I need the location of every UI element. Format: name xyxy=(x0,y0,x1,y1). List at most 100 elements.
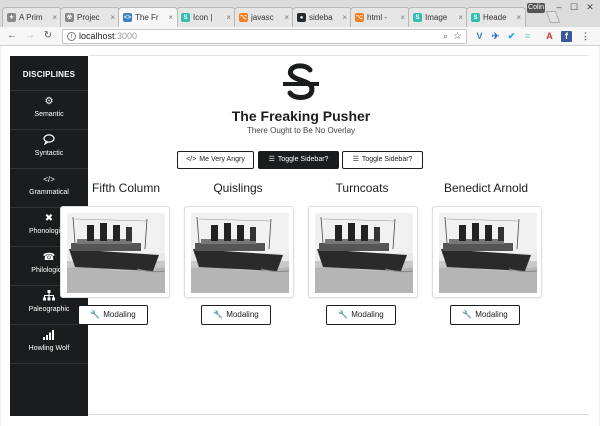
card-title: Turncoats xyxy=(335,181,389,195)
facebook-icon[interactable]: f xyxy=(561,31,572,42)
tab-favicon-icon: ● xyxy=(297,13,306,22)
forward-icon[interactable]: → xyxy=(24,30,36,42)
divider xyxy=(89,414,589,415)
vue-devtools-icon[interactable]: V xyxy=(474,31,485,42)
card-title: Quislings xyxy=(213,181,263,195)
new-tab-button[interactable] xyxy=(545,11,561,23)
wrench-icon: 🔧 xyxy=(338,310,349,319)
sidebar-item-label: Paleographic xyxy=(28,306,70,313)
card-image xyxy=(184,206,294,298)
tab-title: Image xyxy=(425,13,448,22)
code-icon: </> xyxy=(186,156,197,163)
profile-badge[interactable]: Colin xyxy=(527,3,545,13)
maximize-icon[interactable]: ☐ xyxy=(568,2,580,12)
minimize-icon[interactable]: – xyxy=(553,2,565,12)
site-logo xyxy=(283,63,319,100)
browser-tab-active[interactable]: <> The Fr × xyxy=(118,7,178,27)
sidebar-item-syntactic[interactable]: Syntactic xyxy=(10,130,88,169)
card-image xyxy=(308,206,418,298)
divider xyxy=(89,55,589,56)
extension-icon[interactable]: ✈ xyxy=(490,31,501,42)
card-title: Fifth Column xyxy=(91,181,161,195)
button-label: Me Very Angry xyxy=(199,156,245,163)
sidebar-item-howling-wolf[interactable]: Howling Wolf xyxy=(10,325,88,364)
button-label: Modaling xyxy=(103,310,136,319)
tab-favicon-icon: ⌥ xyxy=(355,13,364,22)
page-subtitle: There Ought to Be No Overlay xyxy=(246,126,356,135)
window-close-icon[interactable]: ✕ xyxy=(584,2,596,12)
button-label: Toggle Sidebar? xyxy=(361,156,413,163)
wrench-icon: 🔧 xyxy=(213,310,224,319)
ship-photo xyxy=(191,213,289,293)
bookmark-star-icon[interactable]: ☆ xyxy=(453,30,462,43)
modaling-button[interactable]: 🔧 Modaling xyxy=(450,305,520,325)
sidebar-item-label: Syntactic xyxy=(34,150,64,157)
browser-tab[interactable]: ⌥ javasc × xyxy=(234,7,294,27)
ship-photo xyxy=(439,213,537,293)
address-port: :3000 xyxy=(114,31,138,41)
browser-tab[interactable]: ● sideba × xyxy=(292,7,352,27)
me-very-angry-button[interactable]: </> Me Very Angry xyxy=(177,151,254,169)
tab-title: A Prim xyxy=(19,13,43,22)
wrench-icon: 🔧 xyxy=(90,310,101,319)
card-title: Benedict Arnold xyxy=(443,181,529,195)
browser-tab[interactable]: ✦ A Prim × xyxy=(2,7,62,27)
tab-title: The Fr xyxy=(135,13,159,22)
card-image xyxy=(432,206,542,298)
button-label: Modaling xyxy=(226,310,259,319)
toggle-sidebar-button[interactable]: ☰ Toggle Sidebar? xyxy=(342,151,423,169)
sidebar-item-label: Howling Wolf xyxy=(28,345,70,352)
tab-title: sideba xyxy=(309,13,333,22)
modaling-button[interactable]: 🔧 Modaling xyxy=(78,305,148,325)
button-label: Toggle Sidebar? xyxy=(277,156,329,163)
tab-favicon-icon: ⌥ xyxy=(239,13,248,22)
signal-icon xyxy=(10,329,88,343)
browser-toolbar: ← → ↻ i localhost:3000 ⌕ ☆ V ✈ ✔ ≡ A f ⋮ xyxy=(0,27,600,46)
info-icon[interactable]: i xyxy=(67,32,76,41)
ship-photo xyxy=(315,213,413,293)
list-icon: ☰ xyxy=(352,156,359,163)
tab-favicon-icon: ✦ xyxy=(7,13,16,22)
tab-title: html - xyxy=(367,13,387,22)
comment-icon xyxy=(10,134,88,148)
wrench-icon: 🔧 xyxy=(462,310,473,319)
tab-title: Icon | xyxy=(193,13,213,22)
tab-close-icon[interactable]: × xyxy=(516,13,525,22)
tab-favicon-icon: ☢ xyxy=(65,13,74,22)
browser-tab[interactable]: S Heade × xyxy=(466,7,526,27)
ship-photo xyxy=(67,213,165,293)
browser-tab[interactable]: ☢ Projec × xyxy=(60,7,120,27)
browser-tab-strip: ✦ A Prim × ☢ Projec × <> The Fr × S Icon | × ⌥ ja… xyxy=(0,0,600,27)
button-label: Modaling xyxy=(475,310,508,319)
browser-tab[interactable]: ⌥ html - × xyxy=(350,7,410,27)
page-viewport: DISCIPLINES ⚙ Semantic Syntactic </> Gra… xyxy=(1,46,599,426)
modaling-button[interactable]: 🔧 Modaling xyxy=(201,305,271,325)
tab-favicon-icon: S xyxy=(413,13,422,22)
address-bar[interactable]: i localhost:3000 ⌕ ☆ xyxy=(62,29,467,44)
address-host: localhost xyxy=(79,31,115,41)
menu-icon[interactable]: ⋮ xyxy=(580,31,591,42)
cogs-icon: ⚙ xyxy=(44,96,54,107)
extension-icon[interactable]: ≡ xyxy=(522,31,533,42)
reload-icon[interactable]: ↻ xyxy=(42,30,54,42)
modaling-button[interactable]: 🔧 Modaling xyxy=(326,305,396,325)
back-icon[interactable]: ← xyxy=(6,30,18,42)
sidebar-item-label: Semantic xyxy=(34,111,64,118)
tab-close-icon[interactable]: × xyxy=(168,13,177,22)
twitter-icon[interactable]: ✔ xyxy=(506,31,517,42)
tab-title: Projec xyxy=(77,13,100,22)
sidebar-header: DISCIPLINES xyxy=(10,56,88,91)
toggle-sidebar-button[interactable]: ☰ Toggle Sidebar? xyxy=(258,151,339,169)
page-title: The Freaking Pusher xyxy=(231,108,371,124)
card-image xyxy=(60,206,170,298)
button-label: Modaling xyxy=(351,310,384,319)
tab-title: Heade xyxy=(483,13,507,22)
tab-favicon-icon: S xyxy=(471,13,480,22)
tab-favicon-icon: S xyxy=(181,13,190,22)
search-icon[interactable]: ⌕ xyxy=(443,30,448,43)
tab-title: javasc xyxy=(251,13,274,22)
browser-tab[interactable]: S Image × xyxy=(408,7,468,27)
sidebar-item-semantic[interactable]: ⚙ Semantic xyxy=(10,91,88,130)
browser-tab[interactable]: S Icon | × xyxy=(176,7,236,27)
pdf-icon[interactable]: A xyxy=(544,31,555,42)
